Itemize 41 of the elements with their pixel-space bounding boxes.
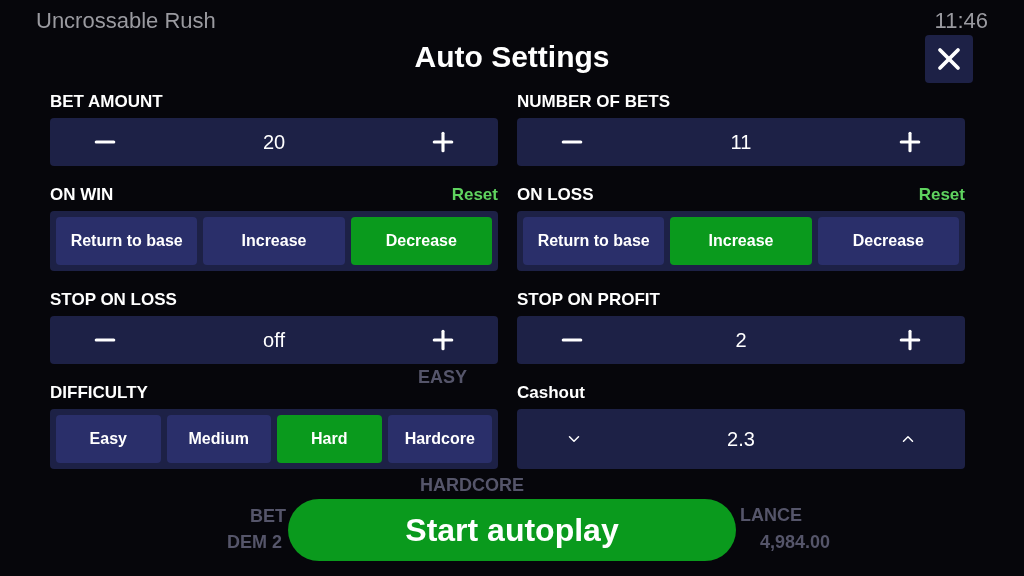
field-label: STOP ON PROFIT: [517, 289, 660, 312]
app-name: Uncrossable Rush: [36, 7, 216, 34]
option-button[interactable]: Return to base: [56, 217, 198, 265]
stepper-value: off: [263, 328, 285, 353]
start-autoplay-button[interactable]: Start autoplay: [288, 499, 736, 561]
field-label: Cashout: [517, 382, 585, 405]
option-button[interactable]: Decrease: [817, 217, 959, 265]
stepper-field[interactable]: 11: [517, 118, 965, 166]
cashout-value: 2.3: [727, 427, 755, 452]
stepper-field[interactable]: 2: [517, 316, 965, 364]
field-label: BET AMOUNT: [50, 91, 163, 114]
field-label: ON WIN: [50, 184, 114, 207]
option-button[interactable]: Hardcore: [387, 415, 492, 463]
option-button[interactable]: Decrease: [350, 217, 492, 265]
option-button[interactable]: Increase: [203, 217, 345, 265]
reset-link[interactable]: Reset: [451, 182, 498, 208]
field-label: STOP ON LOSS: [50, 289, 177, 312]
dialog-title: Auto Settings: [414, 39, 610, 75]
clock-time: 11:46: [934, 7, 988, 34]
option-button[interactable]: Easy: [56, 415, 161, 463]
background-game-label: BET: [250, 505, 286, 528]
stepper-value: 20: [262, 130, 286, 155]
option-button[interactable]: Medium: [166, 415, 271, 463]
stepper-value: 2: [735, 328, 747, 353]
background-game-label: LANCE: [740, 504, 802, 527]
reset-link[interactable]: Reset: [918, 182, 965, 208]
stepper-value: 11: [730, 130, 752, 155]
stepper-field[interactable]: off: [50, 316, 498, 364]
field-label: NUMBER OF BETS: [517, 91, 670, 114]
background-game-label: DEM 2: [227, 531, 282, 554]
cashout-field[interactable]: 2.3: [517, 409, 965, 469]
stepper-field[interactable]: 20: [50, 118, 498, 166]
background-game-label: EASY: [418, 366, 468, 389]
option-button[interactable]: Hard: [277, 415, 382, 463]
close-button[interactable]: [925, 35, 973, 83]
field-label: ON LOSS: [517, 184, 594, 207]
option-button[interactable]: Increase: [670, 217, 812, 265]
option-button[interactable]: Return to base: [523, 217, 665, 265]
background-game-label: HARDCORE: [420, 474, 524, 497]
field-label: DIFFICULTY: [50, 382, 148, 405]
background-game-label: 4,984.00: [760, 531, 831, 554]
